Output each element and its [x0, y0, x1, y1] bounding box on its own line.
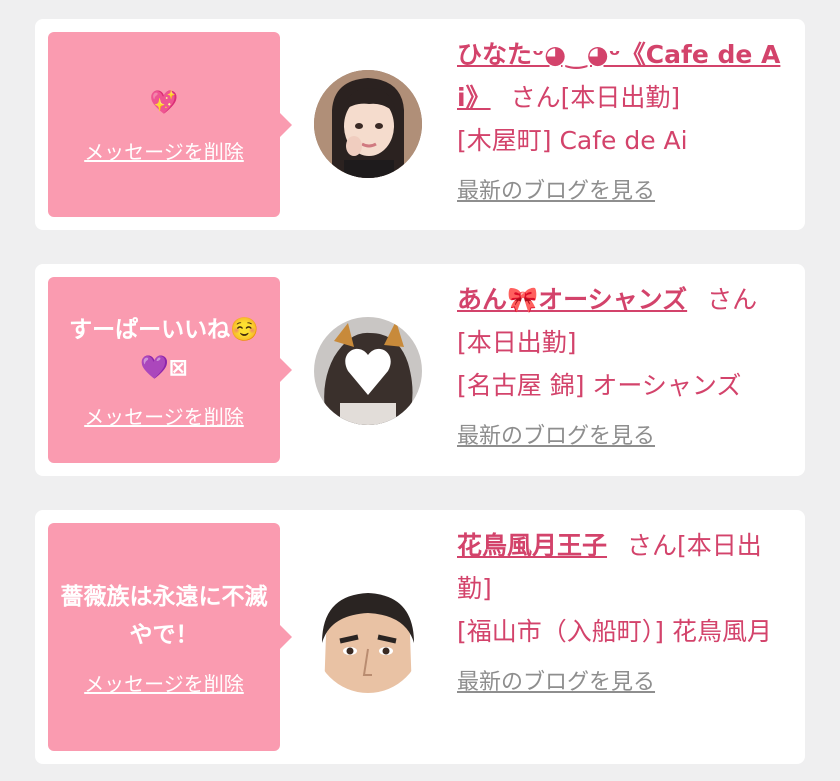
avatar-photo-icon	[314, 317, 422, 425]
latest-blog-link[interactable]: 最新のブログを見る	[457, 176, 783, 208]
avatar-photo-icon	[314, 70, 422, 178]
latest-blog-link[interactable]: 最新のブログを見る	[457, 421, 783, 453]
message-bubble: 💖 メッセージを削除	[48, 32, 292, 217]
cast-info: あん🎀オーシャンズ さん[本日出勤] [名古屋 錦] オーシャンズ 最新のブログを…	[457, 278, 783, 453]
cast-info: 花鳥風月王子 さん[本日出勤] [福山市（入船町）] 花鳥風月 最新のブログを見る	[457, 524, 783, 699]
cast-avatar[interactable]	[314, 317, 422, 425]
message-bubble: すーぱーいいね☺️ 💜⊠ メッセージを削除	[48, 277, 292, 463]
shop-name: [木屋町] Cafe de Ai	[457, 126, 688, 155]
favorite-cast-list: 💖 メッセージを削除 ひなたᵕ◕‿◕ᵕ《Cafe de Ai》 さん[本日出勤] …	[0, 0, 840, 781]
cast-name-link[interactable]: 花鳥風月王子	[457, 531, 607, 560]
cast-card: 💖 メッセージを削除 ひなたᵕ◕‿◕ᵕ《Cafe de Ai》 さん[本日出勤] …	[35, 19, 805, 230]
delete-message-link[interactable]: メッセージを削除	[84, 668, 244, 697]
delete-message-link[interactable]: メッセージを削除	[84, 136, 244, 165]
message-text: 💖	[149, 90, 179, 116]
cast-card: すーぱーいいね☺️ 💜⊠ メッセージを削除 あん🎀オーシャンズ さん[本日出勤] …	[35, 264, 805, 476]
message-text: 薔薇族は永遠に不滅やで！	[60, 583, 268, 648]
avatar-photo-icon	[314, 585, 422, 693]
shop-name: [名古屋 錦] オーシャンズ	[457, 371, 742, 400]
message-text: すーぱーいいね☺️ 💜⊠	[69, 316, 259, 381]
latest-blog-link[interactable]: 最新のブログを見る	[457, 667, 783, 699]
cast-info: ひなたᵕ◕‿◕ᵕ《Cafe de Ai》 さん[本日出勤] [木屋町] Cafe …	[457, 33, 783, 208]
shop-name: [福山市（入船町）] 花鳥風月	[457, 617, 772, 646]
cast-card: 薔薇族は永遠に不滅やで！ メッセージを削除 花鳥風月王子 さん[本日出勤] [福山…	[35, 510, 805, 764]
cast-avatar[interactable]	[314, 585, 422, 693]
cast-name-link[interactable]: あん🎀オーシャンズ	[457, 285, 687, 314]
cast-status: さん[本日出勤]	[510, 83, 681, 112]
delete-message-link[interactable]: メッセージを削除	[84, 401, 244, 430]
message-bubble: 薔薇族は永遠に不滅やで！ メッセージを削除	[48, 523, 292, 751]
cast-avatar[interactable]	[314, 70, 422, 178]
